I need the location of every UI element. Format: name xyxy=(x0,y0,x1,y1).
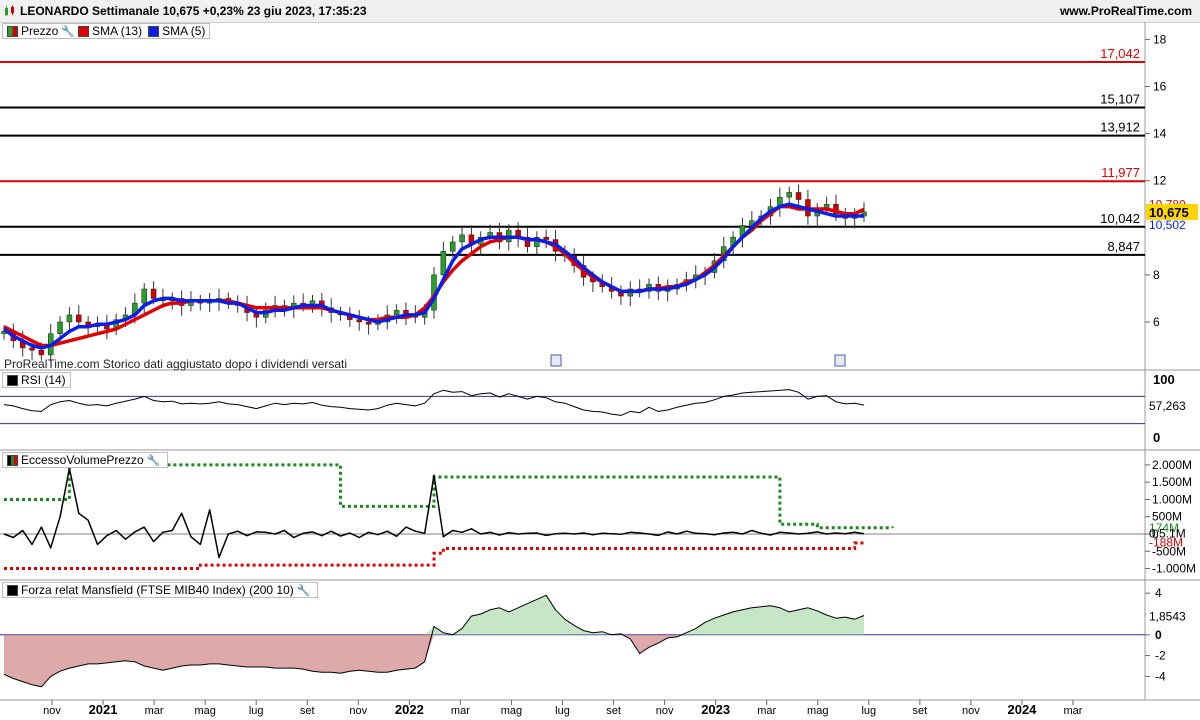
mansfield-axis-label: -2 xyxy=(1155,649,1166,663)
volume-lower-band xyxy=(4,540,866,570)
sma5-legend-label: SMA (5) xyxy=(162,24,206,38)
time-axis-label: 2024 xyxy=(1007,702,1037,717)
price-axis-label: 14 xyxy=(1153,127,1167,141)
candle-body xyxy=(356,319,362,323)
volume-lower-tag: -188M xyxy=(1149,535,1183,549)
level-label: 17,042 xyxy=(1100,46,1140,61)
time-axis-label: mar xyxy=(1064,705,1083,717)
candle-body xyxy=(393,309,400,316)
price-legend[interactable]: Prezzo 🔧 SMA (13) SMA (5) xyxy=(2,23,211,39)
price-axis-label: 18 xyxy=(1153,32,1167,46)
time-axis-label: lug xyxy=(555,705,570,717)
mansfield-legend[interactable]: Forza relat Mansfield (FTSE MIB40 Index)… xyxy=(2,582,319,598)
time-axis-label: set xyxy=(606,705,621,717)
volume-axis-label: 2.000M xyxy=(1152,458,1192,472)
price-axis-label: 16 xyxy=(1153,80,1167,94)
rsi-swatch-icon xyxy=(7,374,18,386)
candle-body xyxy=(459,234,465,243)
dividend-note: ProRealTime.com Storico dati aggiustato … xyxy=(4,357,348,371)
mansfield-positive-area xyxy=(4,595,864,635)
candle-body xyxy=(150,288,157,299)
time-axis-label: nov xyxy=(43,705,61,717)
price-legend-label: Prezzo xyxy=(21,24,59,38)
candle-body xyxy=(66,314,73,323)
time-axis-label: set xyxy=(913,705,928,717)
mansfield-legend-label: Forza relat Mansfield (FTSE MIB40 Index)… xyxy=(21,583,294,597)
volume-upper-band xyxy=(4,463,894,530)
volume-legend[interactable]: EccessoVolumePrezzo 🔧 xyxy=(2,452,169,468)
sma13-legend-label: SMA (13) xyxy=(92,24,143,38)
volume-axis-label: 1.000M xyxy=(1152,492,1192,506)
candle-body xyxy=(795,192,802,200)
time-axis-label: lug xyxy=(861,705,876,717)
rsi-value-tag: 57,263 xyxy=(1149,399,1186,413)
dividend-marker-icon[interactable] xyxy=(550,354,562,367)
time-axis-label: nov xyxy=(962,705,980,717)
mansfield-axis-label: 0 xyxy=(1155,628,1162,642)
time-axis-label: mag xyxy=(501,705,522,717)
level-label: 11,977 xyxy=(1101,165,1140,180)
candle-body xyxy=(786,192,792,198)
candle-body xyxy=(29,347,35,351)
mansfield-axis-label: -4 xyxy=(1155,669,1166,683)
level-label: 10,042 xyxy=(1100,211,1140,226)
volume-axis-label: 1.500M xyxy=(1152,475,1192,489)
rsi-legend[interactable]: RSI (14) xyxy=(2,372,71,388)
candle-body xyxy=(440,251,447,276)
time-axis-label: mag xyxy=(194,705,215,717)
price-axis-label: 12 xyxy=(1153,174,1167,188)
level-label: 13,912 xyxy=(1100,120,1140,135)
time-axis-label: nov xyxy=(349,705,367,717)
price-axis-label: 8 xyxy=(1153,268,1160,282)
time-axis-label: 2022 xyxy=(395,702,424,717)
time-axis-label: set xyxy=(300,705,315,717)
wrench-icon[interactable]: 🔧 xyxy=(147,454,161,467)
mansfield-swatch-icon xyxy=(7,584,18,596)
volume-axis-label: -1.000M xyxy=(1152,562,1196,576)
candle-body xyxy=(57,321,63,334)
rsi-line xyxy=(3,389,865,416)
wrench-icon[interactable]: 🔧 xyxy=(297,584,311,597)
level-label: 8,847 xyxy=(1107,239,1140,254)
time-axis-label: mar xyxy=(145,705,164,717)
rsi-axis-label: 0 xyxy=(1153,430,1160,445)
candle-body xyxy=(543,236,549,240)
sma5-value-tag: 10,502 xyxy=(1149,218,1186,232)
mansfield-negative-area xyxy=(4,634,864,687)
time-axis-label: nov xyxy=(656,705,674,717)
mansfield-axis-label: 4 xyxy=(1155,586,1162,600)
sma5-swatch-icon xyxy=(148,25,160,37)
wrench-icon[interactable]: 🔧 xyxy=(61,25,75,38)
sma13-swatch-icon xyxy=(78,25,90,37)
rsi-axis-label: 100 xyxy=(1153,372,1175,387)
time-axis-label: lug xyxy=(249,705,264,717)
candle-body xyxy=(141,288,147,304)
volume-swatch-icon xyxy=(7,454,18,466)
rsi-legend-label: RSI (14) xyxy=(21,373,66,387)
time-axis-label: mag xyxy=(807,705,828,717)
candle-body xyxy=(365,321,372,325)
time-axis-label: mar xyxy=(451,705,470,717)
candle-body xyxy=(38,349,45,356)
price-axis-label: 6 xyxy=(1153,315,1160,329)
candle-body xyxy=(76,314,82,323)
chart-window: LEONARDO Settimanale 10,675 +0,23% 23 gi… xyxy=(0,0,1200,720)
dividend-marker-icon[interactable] xyxy=(834,354,846,367)
last-price-tag: 10,675 xyxy=(1149,205,1189,220)
price-swatch-icon xyxy=(7,25,18,37)
volume-legend-label: EccessoVolumePrezzo xyxy=(21,453,144,467)
candle-body xyxy=(449,241,456,252)
level-label: 15,107 xyxy=(1100,92,1140,107)
time-axis-label: 2023 xyxy=(701,702,730,717)
time-axis-label: 2021 xyxy=(89,702,118,717)
time-axis-label: mar xyxy=(757,705,776,717)
mansfield-value-tag: 1,8543 xyxy=(1149,610,1186,624)
